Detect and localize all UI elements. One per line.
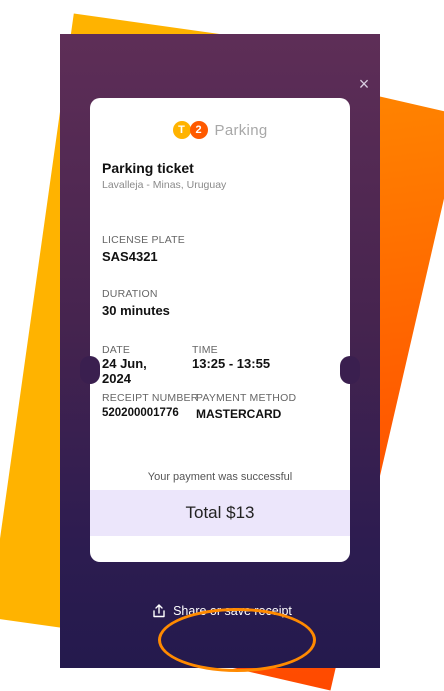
receipt-payment-row: RECEIPT NUMBER 520200001776 PAYMENT METH… [102, 392, 296, 421]
logo-badge-t: T [172, 121, 191, 139]
ticket-location: Lavalleja - Minas, Uruguay [102, 179, 227, 191]
date-label: DATE [102, 344, 131, 356]
highlight-circle-annotation [158, 608, 316, 672]
time-section: TIME 13:25 - 13:55 [192, 344, 270, 386]
payment-method-section: PAYMENT METHOD MASTERCARD [196, 392, 296, 421]
share-icon [153, 604, 165, 618]
license-plate-value: SAS4321 [102, 249, 158, 264]
license-plate-label: LICENSE PLATE [102, 234, 185, 246]
receipt-number-label: RECEIPT NUMBER [102, 392, 199, 404]
logo-text: Parking [214, 121, 268, 139]
ticket-title: Parking ticket [102, 160, 194, 176]
duration-value: 30 minutes [102, 303, 170, 318]
parking-ticket-card: T 2 Parking Parking ticket Lavalleja - M… [90, 98, 350, 562]
duration-label: DURATION [102, 288, 158, 300]
date-time-row: DATE 24 Jun, 2024 TIME 13:25 - 13:55 [102, 344, 270, 386]
logo-badge-2: 2 [189, 121, 208, 139]
license-plate-section: LICENSE PLATE SAS4321 [102, 234, 185, 264]
close-button[interactable]: × [354, 74, 374, 94]
date-section: DATE 24 Jun, 2024 [102, 344, 166, 386]
payment-method-value: MASTERCARD [196, 407, 282, 421]
ticket-notch-left [80, 356, 100, 384]
date-value: 24 Jun, 2024 [102, 356, 147, 386]
receipt-number-section: RECEIPT NUMBER 520200001776 [102, 392, 199, 421]
receipt-number-value: 520200001776 [102, 407, 179, 419]
duration-section: DURATION 30 minutes [102, 288, 170, 318]
total-amount: Total $13 [185, 503, 255, 522]
payment-success-text: Your payment was successful [147, 471, 293, 483]
total-band: Total $13 [90, 490, 350, 536]
time-value: 13:25 - 13:55 [192, 356, 271, 371]
ticket-header: Parking ticket Lavalleja - Minas, Urugua… [102, 160, 226, 191]
payment-method-label: PAYMENT METHOD [196, 392, 297, 404]
time-label: TIME [192, 344, 218, 356]
ticket-notch-right [340, 356, 360, 384]
t2-parking-logo: T 2 Parking [90, 118, 350, 142]
receipt-screen: × T 2 Parking Parking ticket Lavalleja -… [60, 34, 380, 668]
